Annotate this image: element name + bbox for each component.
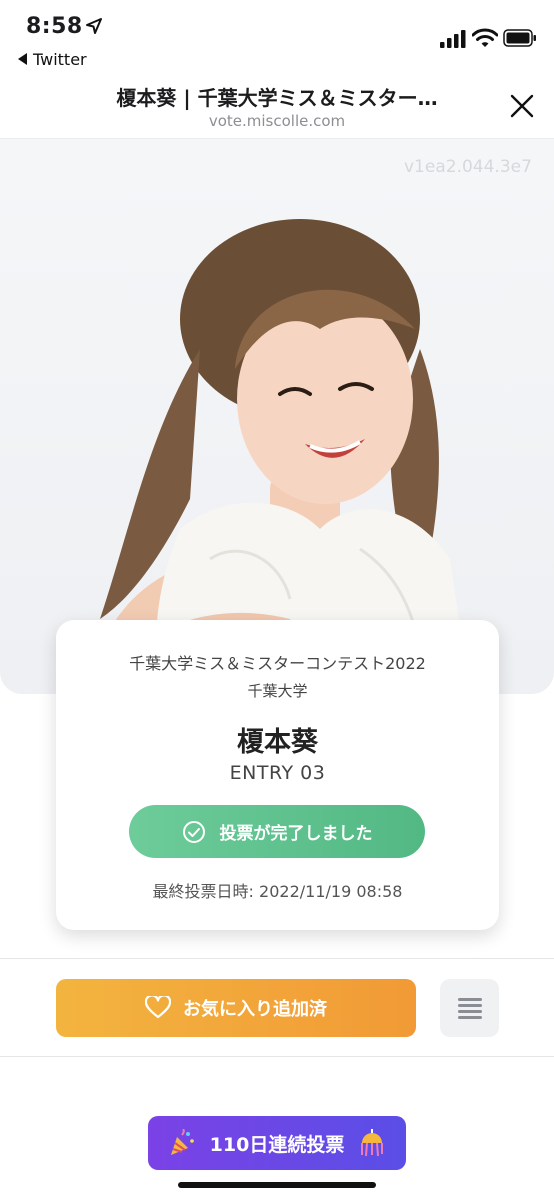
menu-icon xyxy=(457,998,482,1019)
signal-icon xyxy=(440,30,466,48)
status-bar: 8:58 Twitter xyxy=(0,0,554,76)
streak-label: 110日連続投票 xyxy=(209,1133,345,1156)
vote-complete-button[interactable]: 投票が完了しました xyxy=(129,805,425,858)
last-vote-datetime: 最終投票日時: 2022/11/19 08:58 xyxy=(152,882,403,901)
close-icon[interactable] xyxy=(510,94,534,118)
check-circle-icon xyxy=(182,820,205,843)
location-arrow-icon xyxy=(86,18,102,34)
heart-icon xyxy=(145,996,171,1019)
university-name: 千葉大学 xyxy=(247,682,308,700)
back-to-app-link[interactable]: Twitter xyxy=(18,50,87,69)
favorite-label: お気に入り追加済 xyxy=(183,999,327,1020)
streak-badge[interactable]: 110日連続投票 xyxy=(148,1116,406,1170)
page-title: 榎本葵 | 千葉大学ミス＆ミスター… xyxy=(116,86,438,110)
browser-header: 榎本葵 | 千葉大学ミス＆ミスター… vote.miscolle.com xyxy=(0,76,554,139)
profile-photo-area: v1ea2.044.3e7 v1ea2.044.3e7 xyxy=(0,139,554,694)
wifi-icon xyxy=(472,28,498,47)
divider-top xyxy=(0,958,554,959)
back-arrow-icon xyxy=(18,53,27,65)
profile-card: 千葉大学ミス＆ミスターコンテスト2022 千葉大学 榎本葵 ENTRY 03 投… xyxy=(56,620,499,930)
status-time: 8:58 xyxy=(26,14,83,39)
back-app-label: Twitter xyxy=(33,50,87,69)
confetti-ball-icon xyxy=(361,1129,384,1157)
watermark-top: v1ea2.044.3e7 xyxy=(404,157,532,177)
vote-complete-label: 投票が完了しました xyxy=(219,824,373,844)
party-popper-icon xyxy=(170,1129,194,1155)
menu-button[interactable] xyxy=(440,979,499,1037)
contest-name: 千葉大学ミス＆ミスターコンテスト2022 xyxy=(129,654,426,673)
entry-number: ENTRY 03 xyxy=(229,762,326,784)
page-url: vote.miscolle.com xyxy=(208,112,346,130)
home-indicator xyxy=(178,1182,376,1188)
candidate-name: 榎本葵 xyxy=(237,727,318,758)
battery-icon xyxy=(503,29,536,47)
divider-bottom xyxy=(0,1056,554,1057)
favorite-button[interactable]: お気に入り追加済 xyxy=(56,979,416,1037)
